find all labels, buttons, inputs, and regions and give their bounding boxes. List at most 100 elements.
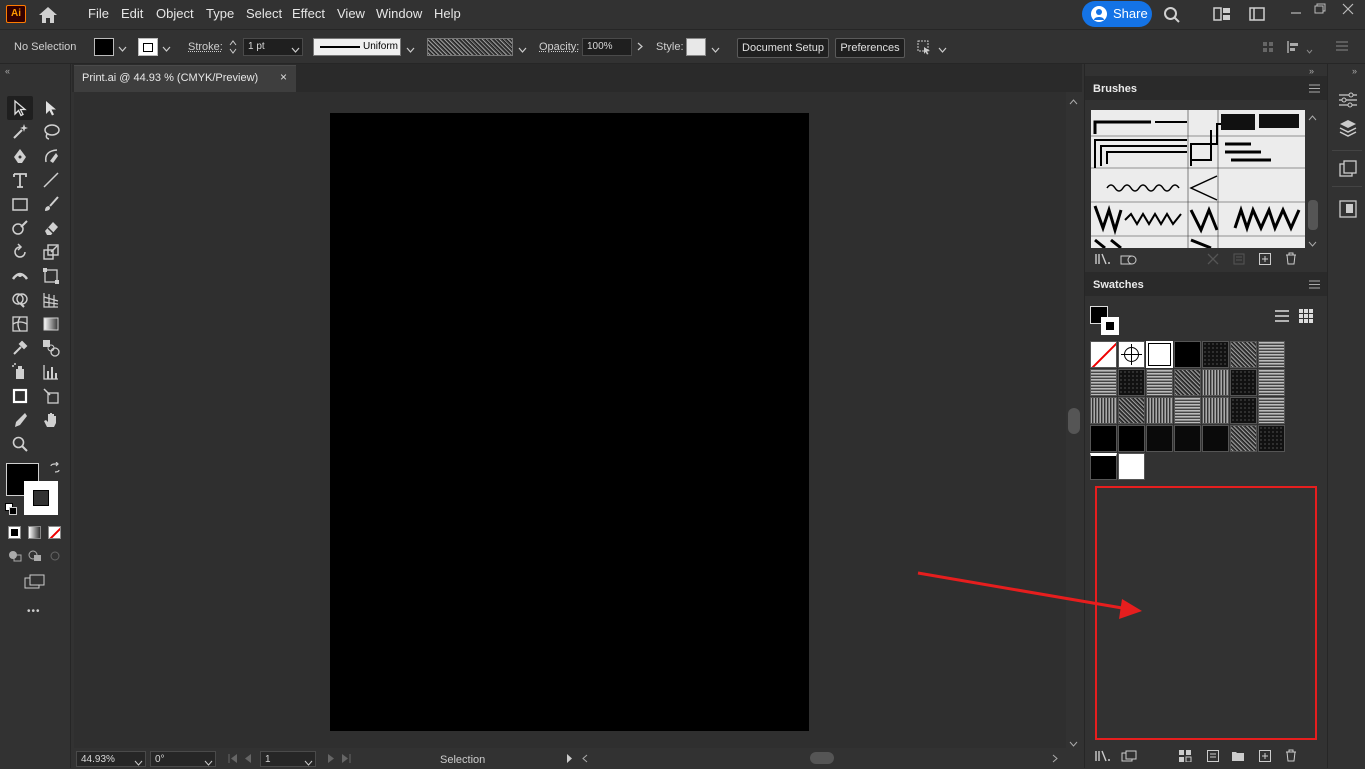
- shape-builder-tool-icon[interactable]: [9, 289, 31, 311]
- vertical-scroll-thumb[interactable]: [1068, 408, 1080, 434]
- swap-fill-stroke-icon[interactable]: [49, 461, 61, 474]
- line-segment-tool-icon[interactable]: [40, 169, 62, 191]
- chevron-down-icon[interactable]: [1306, 45, 1313, 57]
- arrange-documents-icon[interactable]: [1249, 7, 1265, 21]
- screen-mode-icon[interactable]: [24, 574, 46, 590]
- width-tool-icon[interactable]: [9, 265, 31, 287]
- swatch-pattern[interactable]: [1230, 425, 1257, 452]
- new-group-folder-icon[interactable]: [1231, 750, 1245, 765]
- curvature-tool-icon[interactable]: [40, 145, 62, 167]
- opacity-field[interactable]: 100%: [582, 38, 632, 56]
- swatch-pattern[interactable]: [1202, 341, 1229, 368]
- workspace-icon[interactable]: [1213, 7, 1231, 21]
- swatch-pattern[interactable]: [1118, 369, 1145, 396]
- color-mode-icon[interactable]: [8, 526, 21, 539]
- chevron-down-icon[interactable]: [162, 43, 171, 55]
- artboard-tool-icon[interactable]: [9, 385, 31, 407]
- menu-edit[interactable]: Edit: [121, 5, 143, 23]
- select-similar-icon[interactable]: [916, 39, 932, 55]
- menu-help[interactable]: Help: [434, 5, 461, 23]
- stroke-color-box[interactable]: [24, 481, 58, 515]
- chevron-right-icon[interactable]: [637, 42, 643, 54]
- draw-behind-icon[interactable]: [28, 550, 42, 562]
- close-window-icon[interactable]: [1342, 3, 1354, 15]
- brush-library-grid[interactable]: [1091, 110, 1305, 248]
- document-tab[interactable]: Print.ai @ 44.93 % (CMYK/Preview) ×: [74, 65, 296, 92]
- fill-swatch[interactable]: [94, 38, 114, 56]
- panel-menu-icon[interactable]: [1336, 41, 1348, 51]
- libraries-panel-icon[interactable]: [1339, 160, 1357, 181]
- swatch-none[interactable]: [1090, 341, 1117, 368]
- swatch-fill-stroke-indicator[interactable]: [1090, 306, 1120, 336]
- chevron-down-icon[interactable]: [711, 44, 720, 56]
- collapse-toolbar-icon[interactable]: «: [5, 66, 10, 76]
- type-tool-icon[interactable]: [9, 169, 31, 191]
- gradient-mode-icon[interactable]: [28, 526, 41, 539]
- vertical-scrollbar[interactable]: [1066, 92, 1082, 748]
- restore-icon[interactable]: [1314, 3, 1326, 15]
- paintbrush-tool-icon[interactable]: [40, 193, 62, 215]
- rotate-tool-icon[interactable]: [9, 241, 31, 263]
- default-fill-stroke-icon[interactable]: [5, 503, 17, 515]
- swatch-pattern[interactable]: [1230, 369, 1257, 396]
- new-color-group-icon[interactable]: [1207, 750, 1219, 765]
- chevron-down-icon[interactable]: [938, 44, 947, 56]
- last-artboard-icon[interactable]: [341, 754, 351, 766]
- chevron-down-icon[interactable]: [304, 757, 313, 769]
- swatch-pattern[interactable]: [1258, 369, 1285, 396]
- swatch-pattern[interactable]: [1146, 369, 1173, 396]
- stroke-swatch[interactable]: [138, 38, 158, 56]
- edit-toolbar-button[interactable]: •••: [27, 606, 41, 617]
- stroke-label[interactable]: Stroke:: [188, 41, 223, 53]
- swatch-pattern[interactable]: [1118, 397, 1145, 424]
- brushes-panel-tab[interactable]: Brushes: [1093, 83, 1137, 95]
- slice-tool-icon[interactable]: [40, 385, 62, 407]
- swatches-panel-menu-icon[interactable]: [1309, 280, 1320, 292]
- artboard[interactable]: [330, 113, 809, 731]
- first-artboard-icon[interactable]: [228, 754, 238, 766]
- menu-window[interactable]: Window: [376, 5, 422, 23]
- menu-file[interactable]: File: [88, 5, 109, 23]
- swatch-black[interactable]: [1174, 341, 1201, 368]
- minimize-icon[interactable]: [1290, 8, 1302, 18]
- draw-normal-icon[interactable]: [8, 550, 22, 562]
- eyedropper-tool-icon[interactable]: [9, 337, 31, 359]
- new-brush-icon[interactable]: [1259, 253, 1271, 268]
- close-tab-icon[interactable]: ×: [280, 70, 287, 84]
- swatch-pattern[interactable]: [1146, 425, 1173, 452]
- preferences-button[interactable]: Preferences: [835, 38, 905, 58]
- blend-tool-icon[interactable]: [40, 337, 62, 359]
- chevron-down-icon[interactable]: [291, 44, 300, 56]
- align-icon[interactable]: [1262, 41, 1274, 53]
- menu-view[interactable]: View: [337, 5, 365, 23]
- swatch-options-icon[interactable]: [1179, 750, 1193, 765]
- properties-panel-icon[interactable]: [1339, 92, 1357, 111]
- opacity-label[interactable]: Opacity:: [539, 41, 579, 53]
- brushes-scrollbar[interactable]: [1307, 110, 1319, 248]
- gradient-tool-icon[interactable]: [40, 313, 62, 335]
- hand-tool-icon[interactable]: [40, 409, 62, 431]
- show-swatch-kinds-icon[interactable]: [1121, 750, 1137, 765]
- swatch-pattern[interactable]: [1118, 425, 1145, 452]
- stroke-stepper-icon[interactable]: [228, 38, 238, 56]
- distribute-icon[interactable]: [1286, 40, 1302, 54]
- swatch-pattern[interactable]: [1174, 425, 1201, 452]
- free-transform-tool-icon[interactable]: [40, 265, 62, 287]
- swatch-pattern[interactable]: [1090, 453, 1117, 480]
- collapse-dock-icon[interactable]: »: [1309, 66, 1314, 76]
- knife-tool-icon[interactable]: [9, 409, 31, 431]
- swatch-registration[interactable]: [1118, 341, 1145, 368]
- lasso-tool-icon[interactable]: [40, 121, 62, 143]
- list-view-icon[interactable]: [1275, 310, 1289, 325]
- swatch-white[interactable]: [1146, 341, 1173, 368]
- graphic-style-swatch[interactable]: [686, 38, 706, 56]
- mesh-tool-icon[interactable]: [9, 313, 31, 335]
- swatch-pattern[interactable]: [1230, 397, 1257, 424]
- swatch-pattern[interactable]: [1230, 341, 1257, 368]
- delete-swatch-icon[interactable]: [1285, 749, 1297, 765]
- chevron-down-icon[interactable]: [406, 44, 415, 56]
- selection-tool-icon[interactable]: [9, 97, 31, 119]
- horizontal-scrollbar[interactable]: [580, 751, 1060, 766]
- chevron-down-icon[interactable]: [204, 757, 213, 769]
- direct-selection-tool-icon[interactable]: [40, 97, 62, 119]
